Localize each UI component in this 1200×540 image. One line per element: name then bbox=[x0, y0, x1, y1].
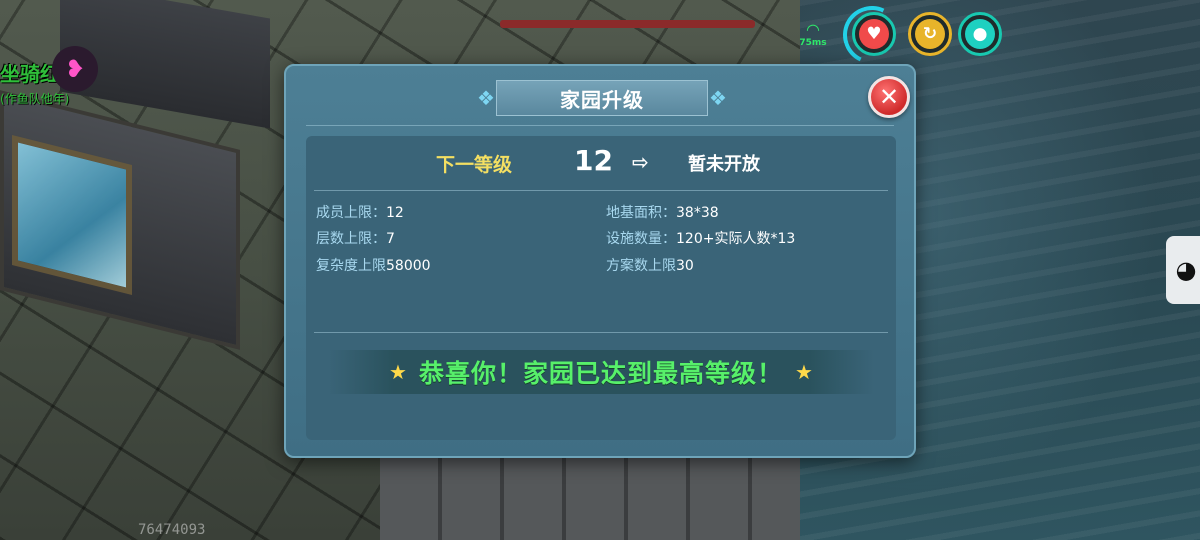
next-level-label: 下一等级 bbox=[436, 154, 513, 176]
stat-members: 成员上限：12 bbox=[316, 202, 404, 222]
level-row: 下一等级 12 ⇨ 暂未开放 bbox=[306, 144, 896, 178]
title-ornament-right-icon: ❖ bbox=[709, 86, 727, 110]
divider bbox=[306, 125, 894, 126]
water-button[interactable]: ● bbox=[958, 12, 1002, 56]
close-icon: ✕ bbox=[878, 83, 900, 111]
max-level-banner: ★ 恭喜你！家园已达到最高等级！ ★ bbox=[328, 350, 874, 394]
stat-label: 复杂度上限 bbox=[316, 258, 386, 274]
health-button[interactable]: ♥ bbox=[852, 12, 896, 56]
stat-value: 38*38 bbox=[676, 205, 719, 221]
stat-label: 设施数量： bbox=[606, 231, 676, 247]
stat-value: 12 bbox=[386, 205, 404, 221]
water-drop-icon: ● bbox=[965, 19, 995, 49]
stat-complexity: 复杂度上限58000 bbox=[316, 255, 431, 275]
next-level-value: 暂未开放 bbox=[688, 154, 760, 175]
max-level-message: 恭喜你！家园已达到最高等级！ bbox=[418, 359, 783, 388]
player-uid: 76474093 bbox=[138, 522, 206, 538]
upgrade-info-panel: 下一等级 12 ⇨ 暂未开放 成员上限：12 层数上限：7 复杂度上限58000… bbox=[306, 136, 896, 440]
dialog-title-banner: ❖ 家园升级 ❖ bbox=[474, 80, 730, 116]
health-bar bbox=[500, 20, 755, 28]
stat-plans: 方案数上限30 bbox=[606, 255, 694, 275]
stamina-icon: ↻ bbox=[915, 19, 945, 49]
dialog-title: 家园升级 bbox=[560, 87, 644, 112]
arrow-right-icon: ⇨ bbox=[632, 150, 649, 174]
stone-stairs bbox=[380, 455, 800, 540]
stat-facilities: 设施数量：120+实际人数*13 bbox=[606, 228, 795, 248]
current-level: 12 bbox=[574, 144, 613, 177]
star-icon: ★ bbox=[795, 360, 813, 384]
ping-value: 75ms bbox=[799, 38, 827, 48]
stat-label: 地基面积： bbox=[606, 205, 676, 221]
divider bbox=[314, 332, 888, 333]
qq-penguin-icon: ◕ bbox=[1175, 256, 1197, 284]
stat-floors: 层数上限：7 bbox=[316, 228, 395, 248]
stat-value: 7 bbox=[386, 231, 395, 247]
stat-value: 30 bbox=[676, 258, 694, 274]
star-icon: ★ bbox=[389, 360, 407, 384]
stat-value: 58000 bbox=[386, 258, 431, 274]
stat-label: 成员上限： bbox=[316, 205, 386, 221]
stat-label: 方案数上限 bbox=[606, 258, 676, 274]
stamina-button[interactable]: ↻ bbox=[908, 12, 952, 56]
divider bbox=[314, 190, 888, 191]
stat-label: 层数上限： bbox=[316, 231, 386, 247]
qq-side-tab[interactable]: ◕ bbox=[1166, 236, 1200, 304]
player-subtitle: (作鱼队他年) bbox=[0, 92, 70, 106]
wifi-signal-icon: ◠ bbox=[806, 20, 820, 39]
stat-foundation: 地基面积：38*38 bbox=[606, 202, 719, 222]
stat-value: 120+实际人数*13 bbox=[676, 231, 796, 247]
home-upgrade-dialog: ❖ 家园升级 ❖ ✕ 下一等级 12 ⇨ 暂未开放 成员上限：12 层数上限：7… bbox=[284, 64, 916, 458]
title-ornament-left-icon: ❖ bbox=[477, 86, 495, 110]
wing-icon[interactable]: ❥ bbox=[52, 46, 98, 92]
heart-icon: ♥ bbox=[859, 19, 889, 49]
close-button[interactable]: ✕ bbox=[868, 76, 910, 118]
network-ping: ◠ 75ms bbox=[796, 20, 830, 49]
